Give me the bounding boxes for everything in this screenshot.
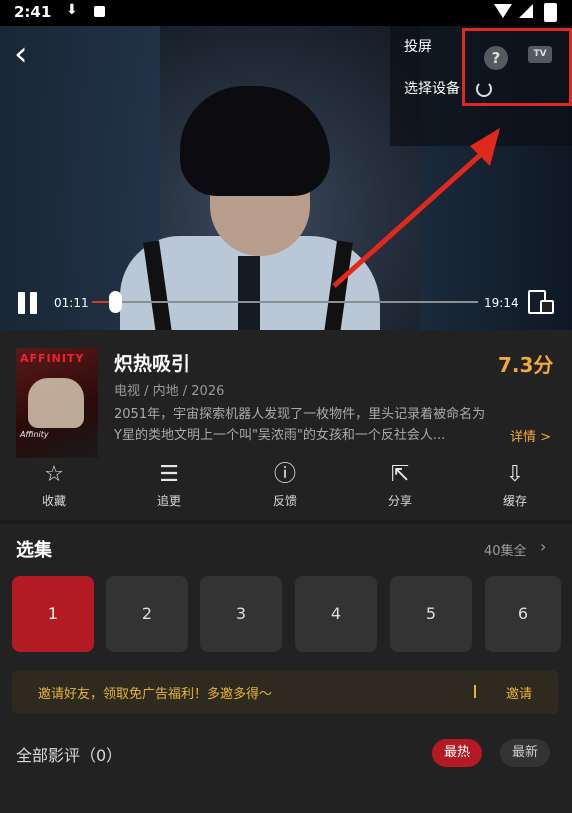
status-time: 2:41: [14, 3, 52, 21]
video-player[interactable]: ‹ 投屏 ? TV 选择设备 01:11 19:14: [0, 26, 572, 330]
download-icon: ⇩: [505, 462, 525, 487]
show-meta: 电视 / 内地 / 2026: [114, 384, 225, 399]
share-icon: ⇱: [390, 462, 410, 487]
invite-separator: [474, 685, 476, 698]
share-button[interactable]: ⇱ 分享: [370, 462, 430, 509]
progress-track[interactable]: [92, 301, 478, 303]
select-device-label[interactable]: 选择设备: [404, 78, 460, 98]
episode-button[interactable]: 5: [390, 576, 472, 652]
episodes-count[interactable]: 40集全: [484, 540, 527, 559]
divider: [0, 520, 572, 524]
reviews-title: 全部影评（0）: [16, 746, 123, 765]
cast-title: 投屏: [404, 39, 432, 55]
episode-button[interactable]: 2: [106, 576, 188, 652]
back-arrow-icon[interactable]: ‹: [14, 37, 44, 71]
invite-text: 邀请好友，领取免广告福利！多邀多得～: [38, 687, 273, 702]
details-link[interactable]: 详情 >: [510, 426, 551, 445]
total-time: 19:14: [484, 296, 519, 310]
pause-icon[interactable]: [16, 292, 40, 314]
episode-button[interactable]: 3: [200, 576, 282, 652]
episodes-title: 选集: [16, 540, 52, 561]
progress-thumb[interactable]: [109, 291, 122, 313]
feedback-button[interactable]: ⓘ 反馈: [255, 462, 315, 509]
show-description: 2051年，宇宙探索机器人发现了一枚物件，里头记录着被命名为 Y星的类地文明上一…: [114, 407, 486, 443]
annotation-highlight-box: [462, 28, 572, 106]
show-title: 炽热吸引: [114, 353, 191, 375]
star-icon: ☆: [44, 462, 64, 487]
signal-icon: [519, 4, 533, 18]
sort-new-button[interactable]: 最新: [500, 739, 550, 767]
action-bar: ☆ 收藏 ☰ 追更 ⓘ 反馈 ⇱ 分享 ⇩ 缓存: [0, 462, 572, 514]
download-button[interactable]: ⇩ 缓存: [485, 462, 545, 509]
wifi-icon: [494, 4, 512, 18]
battery-icon: [544, 3, 557, 22]
image-status-icon: [94, 6, 105, 17]
chevron-right-icon[interactable]: ›: [540, 537, 546, 556]
status-bar: 2:41 ⬇: [0, 0, 572, 26]
current-time: 01:11: [54, 296, 89, 310]
download-status-icon: ⬇: [66, 2, 78, 18]
episode-button[interactable]: 4: [295, 576, 377, 652]
feedback-icon: ⓘ: [273, 462, 296, 487]
follow-icon: ☰: [159, 462, 179, 487]
invite-button[interactable]: 邀请: [506, 683, 532, 702]
follow-button[interactable]: ☰ 追更: [139, 462, 199, 509]
show-score: 7.3分: [498, 353, 554, 377]
favorite-button[interactable]: ☆ 收藏: [24, 462, 84, 509]
episode-button[interactable]: 6: [485, 576, 561, 652]
sort-hot-button[interactable]: 最热: [432, 739, 482, 767]
episode-button[interactable]: 1: [12, 576, 94, 652]
poster-image[interactable]: AFFINITY Affinity: [16, 348, 98, 458]
